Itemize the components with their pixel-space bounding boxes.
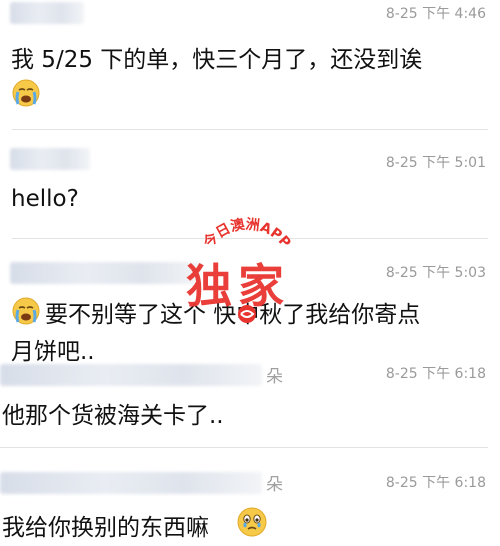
sender-name-blurred bbox=[0, 472, 262, 494]
message-text: 他那个货被海关卡了.. bbox=[2, 403, 224, 429]
sender-name-blurred bbox=[10, 2, 84, 24]
message-divider bbox=[0, 447, 488, 448]
message-time: 8-25 下午 5:01 bbox=[385, 155, 486, 171]
sender-name-suffix: 朵 bbox=[266, 367, 283, 387]
message-text: hello? bbox=[11, 186, 79, 212]
crying-face-emoji-icon bbox=[11, 296, 41, 330]
chat-message-4: 朵 8-25 下午 6:18 他那个货被海关卡了.. bbox=[0, 360, 500, 450]
message-text: 我给你换别的东西嘛 bbox=[2, 515, 209, 541]
chat-message-5: 朵 8-25 下午 6:18 我给你换别的东西嘛 bbox=[0, 450, 500, 546]
message-text: 我 5/25 下的单，快三个月了，还没到诶 bbox=[11, 47, 423, 73]
sender-name-suffix: 朵 bbox=[266, 475, 283, 495]
sender-name-blurred bbox=[10, 262, 200, 284]
message-divider bbox=[12, 238, 488, 239]
message-time: 8-25 下午 6:18 bbox=[385, 475, 486, 491]
sender-name-blurred bbox=[10, 148, 90, 170]
chat-message-2: 8-25 下午 5:01 hello? bbox=[0, 130, 500, 240]
sender-name-blurred bbox=[0, 364, 262, 386]
watermark-title: 独家 bbox=[186, 259, 290, 313]
teary-face-emoji-icon bbox=[236, 506, 268, 542]
chat-message-1: 8-25 下午 4:46 我 5/25 下的单，快三个月了，还没到诶 bbox=[0, 0, 500, 130]
crying-face-emoji-icon bbox=[11, 78, 41, 112]
message-time: 8-25 下午 6:18 bbox=[385, 366, 486, 382]
message-time: 8-25 下午 5:03 bbox=[385, 265, 486, 281]
message-time: 8-25 下午 4:46 bbox=[385, 6, 486, 22]
